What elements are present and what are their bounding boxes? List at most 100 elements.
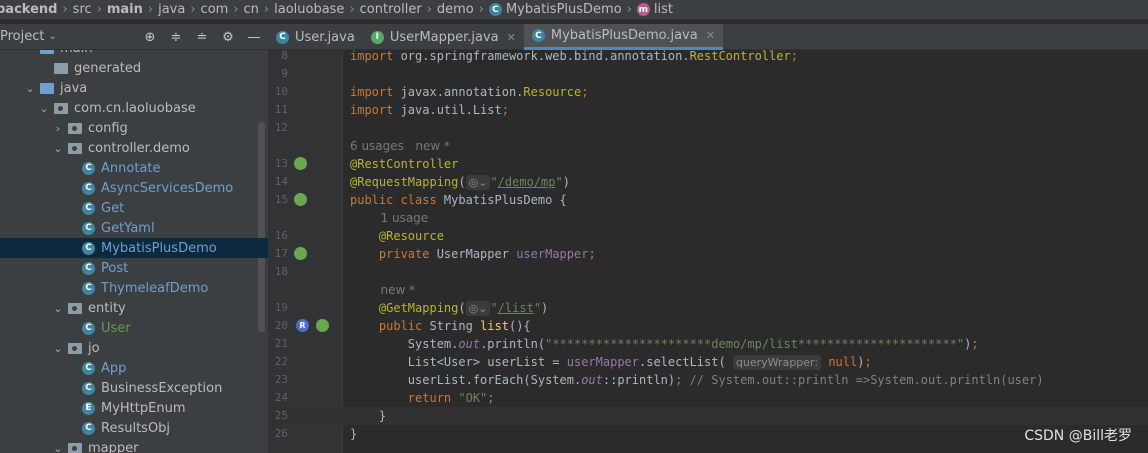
close-tab-icon[interactable]: ✕ bbox=[507, 31, 516, 44]
code-line[interactable]: 23 userList.forEach(System.out::println)… bbox=[268, 371, 1148, 389]
editor-tab[interactable]: C MybatisPlusDemo.java ✕ bbox=[523, 24, 723, 50]
code-line[interactable]: 21 System.out.println("*****************… bbox=[268, 335, 1148, 353]
breadcrumb-item[interactable]: src bbox=[73, 2, 92, 17]
code-line[interactable]: 20 public String list(){R bbox=[268, 317, 1148, 335]
code-text[interactable]: import javax.annotation.Resource; bbox=[350, 83, 588, 101]
tree-item[interactable]: C Annotate bbox=[0, 158, 268, 178]
tree-item[interactable]: C BusinessException bbox=[0, 378, 268, 398]
code-text[interactable]: @RequestMapping(◎⌄ "/demo/mp") bbox=[350, 173, 570, 191]
code-text[interactable]: } bbox=[350, 407, 386, 425]
breadcrumb-item[interactable]: controller bbox=[360, 2, 422, 17]
tree-item[interactable]: ⌄ jo bbox=[0, 338, 268, 358]
tree-item[interactable]: C ThymeleafDemo bbox=[0, 278, 268, 298]
tree-item[interactable]: generated bbox=[0, 58, 268, 78]
breadcrumb-item[interactable]: java bbox=[158, 2, 185, 17]
code-line[interactable]: 9 bbox=[268, 65, 1148, 83]
tree-item[interactable]: C AsyncServicesDemo bbox=[0, 178, 268, 198]
code-line[interactable]: 13 @RestController bbox=[268, 155, 1148, 173]
expand-arrow-icon[interactable]: ⌄ bbox=[52, 302, 64, 315]
editor-tab[interactable]: C User.java bbox=[268, 24, 363, 50]
code-text[interactable]: List<User> userList = userMapper.selectL… bbox=[350, 353, 872, 371]
expand-arrow-icon[interactable]: ⌄ bbox=[52, 442, 64, 453]
expand-arrow-icon[interactable]: › bbox=[52, 122, 64, 135]
code-text[interactable]: return "OK"; bbox=[350, 389, 495, 407]
tree-item[interactable]: main bbox=[0, 50, 268, 58]
project-tree[interactable]: main generated ⌄ java ⌄ com.cn.laoluobase › con… bbox=[0, 50, 268, 453]
breadcrumb-item[interactable]: m list bbox=[636, 2, 673, 17]
tree-item[interactable]: C App bbox=[0, 358, 268, 378]
code-line[interactable]: 18 bbox=[268, 263, 1148, 281]
collapse-all-icon[interactable]: ≐ bbox=[194, 29, 210, 45]
tree-item[interactable]: ⌄ com.cn.laoluobase bbox=[0, 98, 268, 118]
breadcrumb-item[interactable]: backend bbox=[0, 2, 57, 17]
hide-panel-icon[interactable]: — bbox=[246, 29, 262, 45]
code-line[interactable]: 6 usages new * bbox=[268, 137, 1148, 155]
inlay-usage-hint[interactable]: new * bbox=[350, 281, 416, 299]
code-line[interactable]: 1 usage bbox=[268, 209, 1148, 227]
tree-item[interactable]: ⌄ mapper bbox=[0, 438, 268, 453]
code-line[interactable]: 25 } bbox=[268, 407, 1148, 425]
code-line[interactable]: new * bbox=[268, 281, 1148, 299]
code-line[interactable]: 10 import javax.annotation.Resource; bbox=[268, 83, 1148, 101]
tree-item[interactable]: C User bbox=[0, 318, 268, 338]
code-line[interactable]: 14 @RequestMapping(◎⌄ "/demo/mp") bbox=[268, 173, 1148, 191]
tree-item[interactable]: ⌄ entity bbox=[0, 298, 268, 318]
code-text[interactable]: @RestController bbox=[350, 155, 458, 173]
inlay-usage-hint[interactable]: 1 usage bbox=[350, 209, 429, 227]
tree-item[interactable]: C MybatisPlusDemo bbox=[0, 238, 268, 258]
locate-file-icon[interactable]: ⊕ bbox=[142, 29, 158, 45]
tree-item[interactable]: C Get bbox=[0, 198, 268, 218]
code-editor[interactable]: 8 import org.springframework.web.bind.ann… bbox=[268, 50, 1148, 453]
code-text[interactable]: @GetMapping(◎⌄ "/list") bbox=[350, 299, 548, 317]
tree-item[interactable]: C GetYaml bbox=[0, 218, 268, 238]
expand-arrow-icon[interactable]: ⌄ bbox=[52, 342, 64, 355]
spring-bean-icon[interactable] bbox=[294, 193, 307, 206]
tree-item[interactable]: E MyHttpEnum bbox=[0, 398, 268, 418]
inlay-usage-hint[interactable]: 6 usages new * bbox=[350, 137, 450, 155]
code-text[interactable]: public class MybatisPlusDemo { bbox=[350, 191, 567, 209]
editor-tab[interactable]: I UserMapper.java ✕ bbox=[363, 24, 524, 50]
code-text[interactable]: import org.springframework.web.bind.anno… bbox=[350, 50, 798, 65]
breadcrumb-item[interactable]: C MybatisPlusDemo bbox=[488, 2, 622, 17]
breadcrumb-item[interactable]: cn bbox=[244, 2, 259, 17]
close-tab-icon[interactable]: ✕ bbox=[706, 29, 715, 42]
code-text[interactable]: } bbox=[350, 425, 357, 443]
spring-bean-icon[interactable] bbox=[294, 247, 307, 260]
settings-gear-icon[interactable]: ⚙ bbox=[220, 29, 236, 45]
project-panel-title[interactable]: Project bbox=[0, 29, 44, 44]
spring-bean-icon[interactable] bbox=[316, 319, 329, 332]
code-text[interactable]: import java.util.List; bbox=[350, 101, 509, 119]
rest-endpoint-icon[interactable]: R bbox=[296, 319, 309, 332]
expand-arrow-icon[interactable]: ⌄ bbox=[38, 102, 50, 115]
code-line[interactable]: 22 List<User> userList = userMapper.sele… bbox=[268, 353, 1148, 371]
expand-all-icon[interactable]: ≑ bbox=[168, 29, 184, 45]
breadcrumb-item[interactable]: com bbox=[201, 2, 229, 17]
tree-item[interactable]: C Post bbox=[0, 258, 268, 278]
tree-item-label: Annotate bbox=[101, 160, 161, 176]
code-line[interactable]: 17 private UserMapper userMapper; bbox=[268, 245, 1148, 263]
code-line[interactable]: 8 import org.springframework.web.bind.ann… bbox=[268, 50, 1148, 65]
breadcrumb-item[interactable]: demo bbox=[437, 2, 474, 17]
tree-item[interactable]: ⌄ java bbox=[0, 78, 268, 98]
code-text[interactable]: public String list(){ bbox=[350, 317, 531, 335]
code-line[interactable]: 24 return "OK"; bbox=[268, 389, 1148, 407]
code-line[interactable]: 19 @GetMapping(◎⌄ "/list") bbox=[268, 299, 1148, 317]
project-view-dropdown-icon[interactable]: ⌄ bbox=[48, 31, 56, 42]
expand-arrow-icon[interactable]: ⌄ bbox=[24, 82, 36, 95]
tree-item[interactable]: ⌄ controller.demo bbox=[0, 138, 268, 158]
code-line[interactable]: 11 import java.util.List; bbox=[268, 101, 1148, 119]
code-text[interactable]: private UserMapper userMapper; bbox=[350, 245, 596, 263]
breadcrumb-item[interactable]: laoluobase bbox=[274, 2, 344, 17]
expand-arrow-icon[interactable]: ⌄ bbox=[52, 142, 64, 155]
spring-bean-icon[interactable] bbox=[294, 157, 307, 170]
code-text[interactable]: @Resource bbox=[350, 227, 444, 245]
code-line[interactable]: 16 @Resource bbox=[268, 227, 1148, 245]
breadcrumb-item[interactable]: main bbox=[107, 2, 143, 17]
code-line[interactable]: 15 public class MybatisPlusDemo { bbox=[268, 191, 1148, 209]
tree-item[interactable]: › config bbox=[0, 118, 268, 138]
tree-item[interactable]: C ResultsObj bbox=[0, 418, 268, 438]
code-text[interactable]: System.out.println("********************… bbox=[350, 335, 979, 353]
code-line[interactable]: 12 bbox=[268, 119, 1148, 137]
code-line[interactable]: 26} bbox=[268, 425, 1148, 443]
code-text[interactable]: userList.forEach(System.out::println); /… bbox=[350, 371, 1044, 389]
